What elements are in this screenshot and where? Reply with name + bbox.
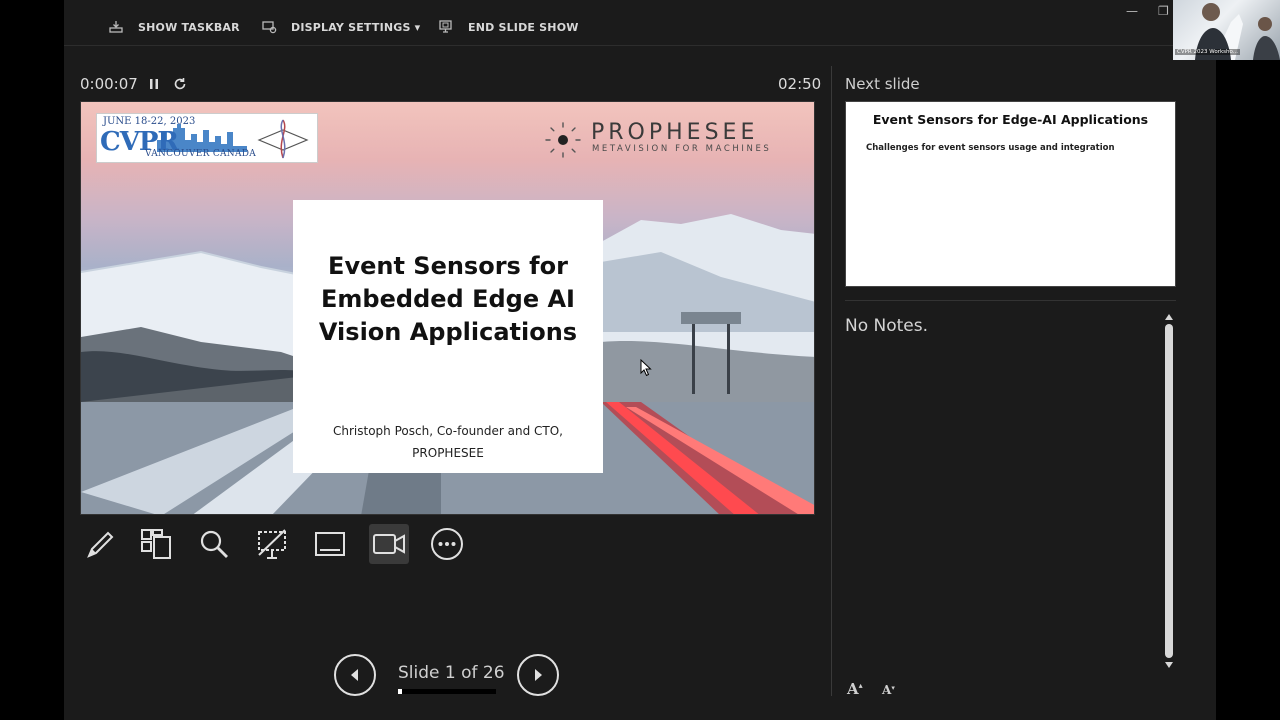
slide-navigation: Slide 1 of 26 — [334, 654, 560, 696]
webcam-label: CVPR 2023 Worksho... — [1175, 49, 1241, 55]
magnifier-icon — [200, 530, 228, 558]
prophesee-wordmark: PROPHESEE — [591, 120, 759, 145]
mouse-cursor-icon — [640, 359, 652, 377]
slide-author: Christoph Posch, Co-founder and CTO, PRO… — [293, 420, 603, 464]
show-taskbar-label: SHOW TASKBAR — [138, 20, 240, 34]
slide-title-line-2: Embedded Edge AI — [321, 285, 575, 313]
current-slide[interactable]: JUNE 18-22, 2023 CVPR VANCOUVER CANADA P… — [80, 101, 815, 515]
notes-scroll-thumb[interactable] — [1165, 324, 1173, 658]
slide-author-line-2: PROPHESEE — [412, 446, 484, 460]
subtitles-icon — [315, 532, 345, 556]
taskbar-icon — [109, 21, 123, 33]
triangle-left-icon — [351, 669, 358, 681]
slide-title: Event Sensors for Embedded Edge AI Visio… — [293, 250, 603, 349]
slide-title-line-3: Vision Applications — [318, 318, 578, 346]
webcam-overlay: CVPR 2023 Worksho... — [1173, 0, 1280, 60]
restart-timer-icon[interactable] — [172, 76, 188, 92]
next-slide-button[interactable] — [517, 654, 559, 696]
slide-counter: Slide 1 of 26 — [398, 663, 505, 683]
slide-grid-icon — [141, 529, 171, 559]
pause-icon[interactable] — [146, 76, 162, 92]
see-all-slides-button[interactable] — [136, 524, 176, 564]
cvpr-logo: JUNE 18-22, 2023 CVPR VANCOUVER CANADA — [96, 113, 318, 163]
restore-window-button[interactable]: ❐ — [1158, 4, 1169, 18]
panel-divider[interactable] — [831, 66, 832, 696]
next-slide-title: Event Sensors for Edge-AI Applications — [872, 112, 1149, 127]
current-time: 02:50 — [778, 75, 822, 93]
decrease-font-label: A — [882, 683, 892, 697]
prophesee-tagline: METAVISION FOR MACHINES — [592, 144, 772, 154]
display-settings-button[interactable]: DISPLAY SETTINGS ▾ — [261, 16, 420, 38]
elapsed-timer: 0:00:07 — [80, 75, 138, 93]
presenter-view-window: SHOW TASKBAR DISPLAY SETTINGS ▾ END SLID… — [64, 0, 1216, 720]
scroll-up-icon[interactable] — [1165, 314, 1173, 320]
pen-tool-button[interactable] — [80, 524, 120, 564]
show-taskbar-button[interactable]: SHOW TASKBAR — [108, 16, 240, 38]
display-settings-icon — [262, 21, 277, 34]
more-options-button[interactable] — [427, 524, 467, 564]
previous-slide-button[interactable] — [334, 654, 376, 696]
pen-icon — [87, 531, 114, 558]
decrease-font-arrow-icon: ▾ — [891, 683, 895, 692]
zoom-button[interactable] — [194, 524, 234, 564]
black-screen-icon — [258, 529, 286, 559]
notes-separator — [845, 300, 1176, 301]
increase-font-label: A — [847, 680, 859, 698]
camera-toggle-button[interactable] — [369, 524, 409, 564]
notes-scrollbar[interactable] — [1162, 314, 1176, 668]
next-slide-label: Next slide — [845, 75, 920, 93]
slide-title-card: Event Sensors for Embedded Edge AI Visio… — [293, 200, 603, 473]
slide-progress-bar — [398, 689, 496, 694]
next-slide-preview[interactable]: Event Sensors for Edge-AI Applications C… — [845, 101, 1176, 287]
triangle-right-icon — [535, 669, 542, 681]
speaker-notes: No Notes. — [845, 316, 929, 336]
display-settings-label: DISPLAY SETTINGS ▾ — [291, 20, 421, 34]
presenter-toolbar: SHOW TASKBAR DISPLAY SETTINGS ▾ END SLID… — [64, 0, 1216, 46]
cvpr-city: VANCOUVER CANADA — [145, 149, 257, 159]
end-slide-show-button[interactable]: END SLIDE SHOW — [438, 16, 579, 38]
prophesee-logo: PROPHESEE METAVISION FOR MACHINES — [543, 120, 793, 160]
subtitles-button[interactable] — [310, 524, 350, 564]
increase-font-button[interactable]: A▴ — [847, 680, 863, 698]
more-options-icon — [431, 528, 463, 560]
scroll-down-icon[interactable] — [1165, 662, 1173, 668]
prophesee-eye-icon — [545, 122, 581, 158]
end-show-icon — [439, 20, 452, 33]
end-slide-show-label: END SLIDE SHOW — [468, 20, 579, 34]
slide-progress-fill — [398, 689, 402, 694]
slide-author-line-1: Christoph Posch, Co-founder and CTO, — [333, 424, 563, 438]
next-slide-body: Challenges for event sensors usage and i… — [866, 143, 1115, 153]
workshop-logo-icon — [257, 119, 309, 159]
video-camera-icon — [373, 534, 405, 554]
decrease-font-button[interactable]: A▾ — [882, 683, 895, 697]
minimize-window-button[interactable]: — — [1126, 4, 1138, 18]
slide-title-line-1: Event Sensors for — [328, 252, 568, 280]
increase-font-arrow-icon: ▴ — [858, 680, 863, 690]
black-screen-button[interactable] — [252, 524, 292, 564]
